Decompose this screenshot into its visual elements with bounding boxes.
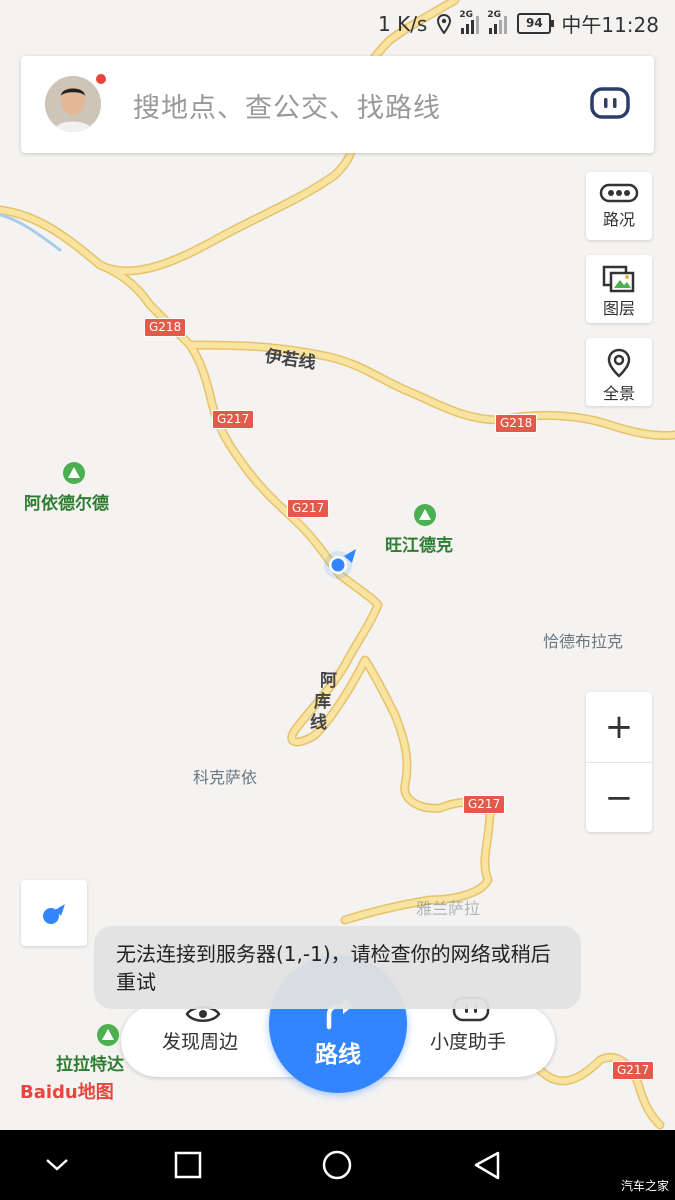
voice-assistant-icon[interactable] — [590, 86, 630, 120]
poi-label[interactable]: 雅兰萨拉 — [416, 895, 480, 919]
xiaodu-assistant-button[interactable]: 小度助手 — [430, 1027, 506, 1054]
error-toast: 无法连接到服务器(1,-1)，请检查你的网络或稍后重试 — [94, 926, 581, 1009]
search-input[interactable]: 搜地点、查公交、找路线 — [133, 86, 441, 125]
traffic-icon — [599, 183, 639, 203]
compass-icon — [43, 904, 65, 924]
poi-label[interactable]: 拉拉特达 — [56, 1050, 124, 1075]
panorama-label: 全景 — [602, 384, 635, 403]
avatar[interactable] — [45, 76, 101, 132]
road-name-aku: 线 — [310, 713, 327, 733]
location-icon — [437, 13, 452, 34]
zoom-in-button[interactable]: + — [586, 692, 652, 763]
notification-dot — [96, 74, 106, 84]
layers-icon — [602, 265, 635, 293]
battery-icon: 94 — [517, 13, 555, 34]
status-bar: 1 K/s 2G 2G 94 中午11:28 — [0, 0, 675, 46]
mountain-icon — [63, 462, 85, 484]
chevron-down-icon[interactable] — [43, 1150, 71, 1178]
watermark: 汽车之家 — [620, 1179, 669, 1193]
locate-button[interactable] — [21, 880, 87, 946]
toast-message: 无法连接到服务器(1,-1)，请检查你的网络或稍后重试 — [116, 942, 551, 994]
panorama-icon — [607, 348, 631, 378]
zoom-control: + − — [586, 692, 652, 832]
poi-label[interactable]: 科克萨依 — [193, 764, 257, 788]
layers-label: 图层 — [602, 299, 635, 318]
home-icon[interactable] — [321, 1150, 353, 1182]
signal-icon: 2G — [459, 10, 480, 34]
g217-shield: G217 — [287, 499, 330, 518]
g217-shield: G217 — [612, 1061, 655, 1080]
g218-shield: G218 — [495, 414, 538, 433]
g217-shield: G217 — [212, 410, 255, 429]
traffic-button[interactable]: 路况 — [586, 172, 652, 240]
traffic-label: 路况 — [602, 210, 635, 229]
mountain-icon — [97, 1024, 119, 1046]
signal-icon: 2G — [487, 10, 508, 34]
poi-label[interactable]: 恰德布拉克 — [543, 628, 623, 652]
mountain-icon — [414, 504, 436, 526]
discover-nearby-button[interactable]: 发现周边 — [162, 1027, 238, 1054]
search-bar[interactable]: 搜地点、查公交、找路线 — [21, 56, 654, 153]
back-icon[interactable] — [472, 1150, 502, 1182]
baidu-map-logo: Baidu地图 — [20, 1082, 114, 1103]
poi-label[interactable]: 阿依德尔德 — [24, 489, 109, 514]
panorama-button[interactable]: 全景 — [586, 338, 652, 406]
clock: 中午11:28 — [561, 13, 659, 37]
network-speed: 1 K/s — [378, 11, 428, 36]
system-nav-bar: 汽车之家 — [0, 1130, 675, 1200]
layers-button[interactable]: 图层 — [586, 255, 652, 323]
g218-shield: G218 — [144, 318, 187, 337]
g217-shield: G217 — [463, 795, 506, 814]
route-label: 路线 — [315, 1042, 361, 1068]
zoom-out-button[interactable]: − — [586, 763, 652, 833]
poi-label[interactable]: 旺江德克 — [385, 531, 453, 556]
recents-icon[interactable] — [173, 1150, 203, 1180]
